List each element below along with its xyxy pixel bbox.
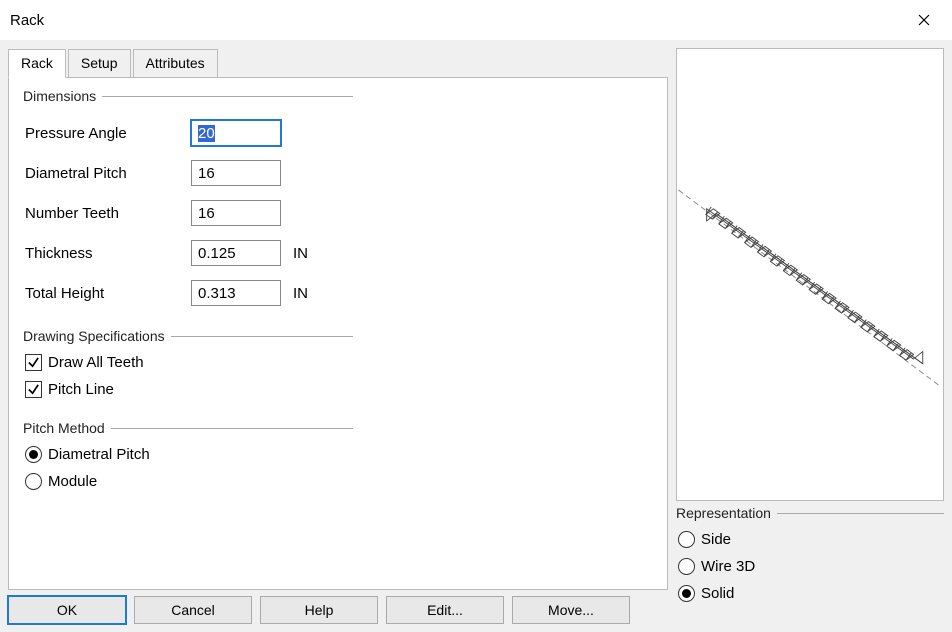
row-draw-all-teeth: Draw All Teeth <box>25 354 653 371</box>
help-button[interactable]: Help <box>260 596 378 624</box>
label-draw-all-teeth: Draw All Teeth <box>48 354 144 371</box>
label-radio-diametral: Diametral Pitch <box>48 446 150 463</box>
tab-label: Attributes <box>146 55 205 71</box>
radio-dot-icon <box>29 450 38 459</box>
move-button[interactable]: Move... <box>512 596 630 624</box>
radio-wire3d[interactable] <box>678 558 695 575</box>
row-radio-diametral: Diametral Pitch <box>25 446 653 463</box>
input-total-height[interactable] <box>191 280 281 306</box>
label-number-teeth: Number Teeth <box>25 205 191 222</box>
check-icon <box>27 383 40 396</box>
input-number-teeth[interactable] <box>191 200 281 226</box>
row-radio-side: Side <box>678 531 944 548</box>
tab-label: Setup <box>81 55 118 71</box>
titlebar: Rack <box>0 0 952 40</box>
row-radio-module: Module <box>25 473 653 490</box>
group-label-pitch-method: Pitch Method <box>23 420 353 436</box>
label-pitch-line: Pitch Line <box>48 381 114 398</box>
checkbox-pitch-line[interactable] <box>25 381 42 398</box>
tab-attributes[interactable]: Attributes <box>133 49 218 78</box>
radio-side[interactable] <box>678 531 695 548</box>
group-label-drawing-spec: Drawing Specifications <box>23 328 353 344</box>
group-drawing-spec: Drawing Specifications Draw All Teeth <box>23 328 653 412</box>
row-radio-solid: Solid <box>678 585 944 602</box>
divider-icon <box>777 513 944 514</box>
label-radio-side: Side <box>701 531 731 548</box>
row-radio-wire3d: Wire 3D <box>678 558 944 575</box>
divider-icon <box>171 336 353 337</box>
label-radio-module: Module <box>48 473 97 490</box>
tab-setup[interactable]: Setup <box>68 49 131 78</box>
group-representation: Representation Side Wire 3D Solid <box>676 505 944 616</box>
cancel-button[interactable]: Cancel <box>134 596 252 624</box>
label-radio-solid: Solid <box>701 585 734 602</box>
row-total-height: Total Height IN <box>25 276 653 310</box>
radio-module[interactable] <box>25 473 42 490</box>
label-pressure-angle: Pressure Angle <box>25 125 191 142</box>
edit-button[interactable]: Edit... <box>386 596 504 624</box>
preview-viewport[interactable] <box>676 48 944 501</box>
radio-dot-icon <box>682 589 691 598</box>
group-dimensions: Dimensions Pressure Angle Diametral Pitc… <box>23 88 653 320</box>
label-radio-wire3d: Wire 3D <box>701 558 755 575</box>
group-label-dimensions: Dimensions <box>23 88 353 104</box>
group-pitch-method: Pitch Method Diametral Pitch Module <box>23 420 653 504</box>
close-icon <box>918 14 930 26</box>
radio-solid[interactable] <box>678 585 695 602</box>
divider-icon <box>111 428 353 429</box>
main-panel: Rack Setup Attributes Dimensions Pressur… <box>8 48 668 624</box>
radio-diametral-pitch[interactable] <box>25 446 42 463</box>
unit-thickness: IN <box>293 245 308 262</box>
ok-button[interactable]: OK <box>8 596 126 624</box>
label-thickness: Thickness <box>25 245 191 262</box>
row-pressure-angle: Pressure Angle <box>25 116 653 150</box>
close-button[interactable] <box>904 5 944 35</box>
divider-icon <box>102 96 353 97</box>
group-label-representation: Representation <box>676 505 944 521</box>
checkbox-draw-all-teeth[interactable] <box>25 354 42 371</box>
unit-total-height: IN <box>293 285 308 302</box>
input-thickness[interactable] <box>191 240 281 266</box>
tab-body: Dimensions Pressure Angle Diametral Pitc… <box>8 77 668 590</box>
row-pitch-line: Pitch Line <box>25 381 653 398</box>
window-title: Rack <box>10 12 904 29</box>
tab-label: Rack <box>21 55 53 71</box>
input-diametral-pitch[interactable] <box>191 160 281 186</box>
row-diametral-pitch: Diametral Pitch <box>25 156 653 190</box>
rack-preview-icon <box>677 49 943 500</box>
button-row: OK Cancel Help Edit... Move... <box>8 596 668 624</box>
row-thickness: Thickness IN <box>25 236 653 270</box>
preview-panel: Representation Side Wire 3D Solid <box>676 48 944 624</box>
label-diametral-pitch: Diametral Pitch <box>25 165 191 182</box>
tab-rack[interactable]: Rack <box>8 49 66 78</box>
input-pressure-angle[interactable] <box>191 120 281 146</box>
label-total-height: Total Height <box>25 285 191 302</box>
check-icon <box>27 356 40 369</box>
row-number-teeth: Number Teeth <box>25 196 653 230</box>
tab-strip: Rack Setup Attributes <box>8 49 668 78</box>
dialog-body: Rack Setup Attributes Dimensions Pressur… <box>0 40 952 632</box>
